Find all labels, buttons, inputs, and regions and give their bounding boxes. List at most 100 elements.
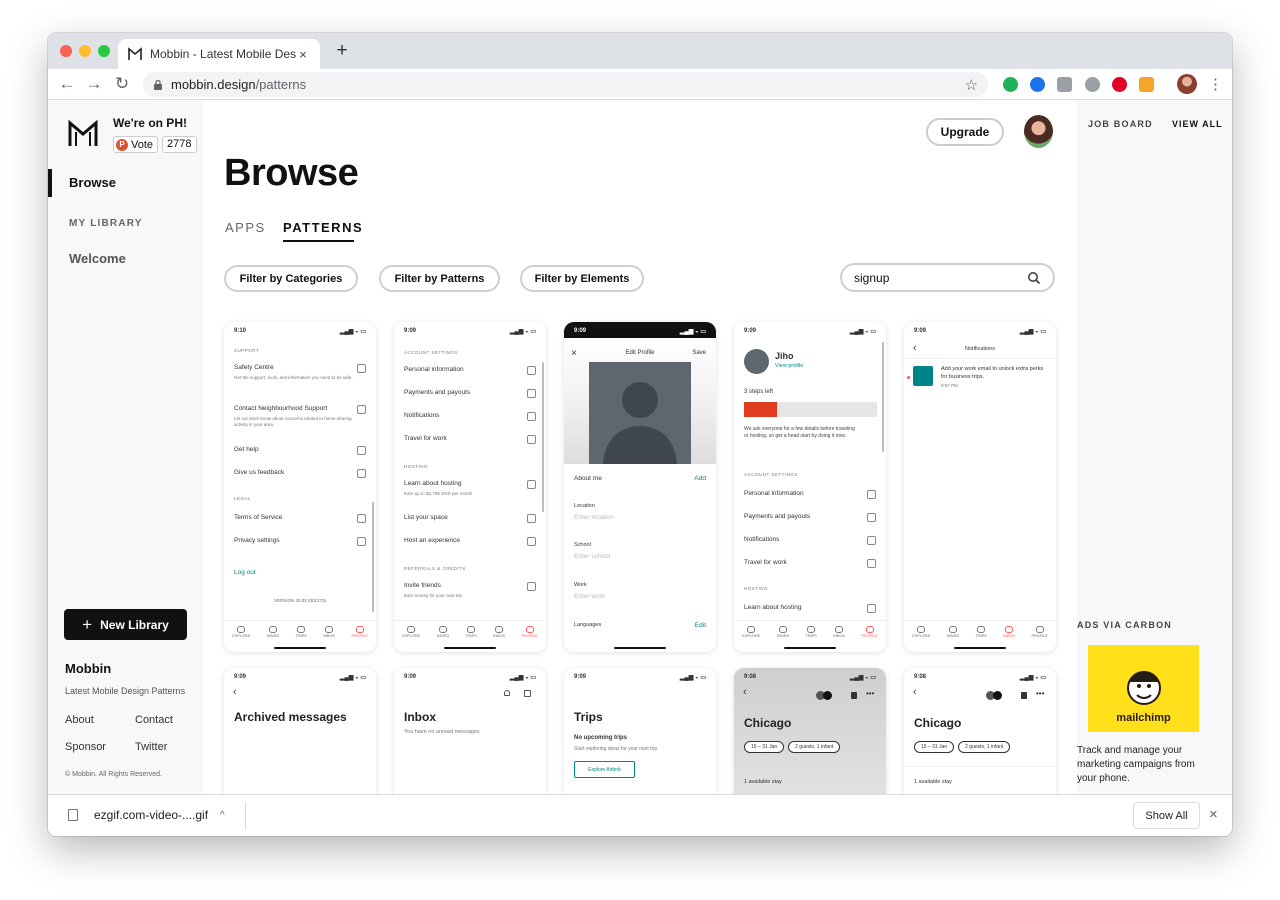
close-download-bar-icon[interactable]: × [1209,806,1218,823]
mobbin-logo-icon[interactable] [68,120,98,148]
url-host: mobbin.design [171,77,256,92]
signal-icons: ▂▄▆ ◒ ▭ [339,329,366,335]
pinterest-extension-icon[interactable] [1112,77,1127,92]
status-time: 9:09 [574,674,587,680]
bookmark-star-icon[interactable]: ☆ [965,76,978,94]
field-label: About me [574,475,602,482]
tab-strip: Mobbin - Latest Mobile Design P × + [48,33,1232,69]
list-item-label: Learn about hosting [404,480,462,487]
orange-extension-icon[interactable] [1139,77,1154,92]
tab-explore: EXPLORE [402,625,420,638]
avatar[interactable] [1024,115,1053,148]
browser-tab[interactable]: Mobbin - Latest Mobile Design P × [118,39,320,69]
screen-card[interactable]: 9:09 ▂▄▆ ◒ ▭ × Edit Profile Save About me… [564,322,716,652]
status-time: 9:09 [574,328,587,334]
status-time: 9:09 [404,328,417,334]
reload-button[interactable]: ↻ [111,73,133,95]
field-label: Work [574,582,587,588]
filter-categories-button[interactable]: Filter by Categories [224,265,358,292]
filter-patterns-button[interactable]: Filter by Patterns [379,265,500,292]
bottom-tab-bar: EXPLORE SAVED TRIPS INBOX PROFILE [904,620,1056,642]
screen-card[interactable]: 9:09 ▂▄▆ ◒ ▭ ‹ Archived messages [224,668,376,794]
product-hunt-vote-button[interactable]: P Vote [113,136,159,153]
copyright: © Mobbin. All Rights Reserved. [65,771,162,778]
list-item-label: Notifications [744,536,780,543]
tab-patterns[interactable]: PATTERNS [283,220,363,235]
signal-icons: ▂▄▆ ◒ ▭ [509,675,536,681]
mailchimp-ad-image[interactable]: mailchimp [1088,645,1199,732]
about-link[interactable]: About [65,714,94,726]
tab-trips: TRIPS [296,625,307,638]
home-indicator [614,647,666,649]
screen-card[interactable]: 9:09 ▂▄▆ ◒ ▭ ‹ Notifications Add your wor… [904,322,1056,652]
scrollbar [882,342,884,452]
ad-text[interactable]: Track and manage your marketing campaign… [1077,744,1207,786]
vote-count: 2778 [162,136,197,153]
heart-icon [778,625,787,633]
browser-profile-avatar[interactable] [1177,74,1197,94]
m-extension-icon[interactable] [1085,77,1100,92]
chevron-up-icon[interactable]: ^ [220,810,225,821]
close-window-button[interactable] [60,45,72,57]
sponsor-link[interactable]: Sponsor [65,741,106,753]
home-icon [527,514,536,523]
download-item[interactable]: ezgif.com-video-....gif ^ [68,808,225,822]
airbnb-icon [467,625,476,633]
screen-card[interactable]: 9:09 ▂▄▆ ◒ ▭ Inbox You have no unread mes… [394,668,546,794]
bell-icon [504,690,510,696]
field-label: Languages [574,622,602,628]
screen-card[interactable]: 9:08 ▂▄▆ ◒ ▭ ‹ ••• Chicago 15 – 31 Jan 2 g… [734,668,886,794]
status-bar: 9:09 ▂▄▆ ◒ ▭ [394,668,546,681]
grammarly-extension-icon[interactable] [1003,77,1018,92]
back-button[interactable]: ← [56,73,78,95]
contact-link[interactable]: Contact [135,714,173,726]
blue-extension-icon[interactable] [1030,77,1045,92]
maximize-window-button[interactable] [98,45,110,57]
minimize-window-button[interactable] [79,45,91,57]
address-bar[interactable]: mobbin.design/patterns ☆ [143,72,988,97]
screen-card[interactable]: 9:09 ▂▄▆ ◒ ▭ ACCOUNT SETTINGS Personal in… [394,322,546,652]
list-item-label: Travel for work [404,435,447,442]
airbnb-icon [297,625,306,633]
new-library-button[interactable]: + New Library [64,609,187,640]
sidebar-item-welcome[interactable]: Welcome [69,251,126,266]
heart-icon [438,625,447,633]
forward-button[interactable]: → [83,73,105,95]
filter-pills: 15 – 31 Jan 2 guests, 1 infant [744,741,844,753]
tab-close-icon[interactable]: × [296,47,310,62]
empty-state-text: Start exploring ideas for your next trip [574,746,658,752]
search-icon[interactable] [1027,271,1041,285]
signal-icons: ▂▄▆ ◒ ▭ [339,675,366,681]
status-time: 9:08 [744,674,757,680]
stay-count: 1 available stay [914,779,952,785]
experience-icon [527,537,536,546]
logout-link: Log out [234,569,256,576]
page-content: We're on PH! P Vote 2778 Browse MY LIBRA… [48,100,1232,794]
field-label: Location [574,503,595,509]
status-time: 9:09 [404,674,417,680]
list-item: Privacy settings [234,537,366,546]
tab-explore: EXPLORE [232,625,250,638]
screen-card[interactable]: 9:09 ▂▄▆ ◒ ▭ Trips No upcoming trips Star… [564,668,716,794]
view-all-link[interactable]: VIEW ALL [1172,119,1223,129]
screen-card[interactable]: 9:08 ▂▄▆ ◒ ▭ ‹ ••• Chicago 15 – 31 Jan 2 g… [904,668,1056,794]
show-all-button[interactable]: Show All [1133,802,1200,829]
tab-apps[interactable]: APPS [225,220,266,235]
screen-card[interactable]: 9:10 ▂▄▆ ◒ ▭ SUPPORT Safety Centre Get th… [224,322,376,652]
search-input[interactable]: signup [840,263,1055,292]
twitter-link[interactable]: Twitter [135,741,167,753]
tab-profile: PROFILE [352,625,368,638]
divider [245,802,246,830]
home-indicator [954,647,1006,649]
list-item: Learn about hosting [744,604,876,613]
list-item-label: Payments and payouts [404,389,471,396]
airbnb-icon [913,366,933,386]
list-item-label: Travel for work [744,559,787,566]
browser-menu-icon[interactable]: ⋮ [1208,75,1223,93]
sidebar-item-browse[interactable]: Browse [69,175,116,190]
camera-extension-icon[interactable] [1057,77,1072,92]
upgrade-button[interactable]: Upgrade [926,118,1004,146]
screen-card[interactable]: 9:09 ▂▄▆ ◒ ▭ Jiho View profile 3 steps le… [734,322,886,652]
filter-elements-button[interactable]: Filter by Elements [520,265,644,292]
new-tab-button[interactable]: + [332,41,352,61]
